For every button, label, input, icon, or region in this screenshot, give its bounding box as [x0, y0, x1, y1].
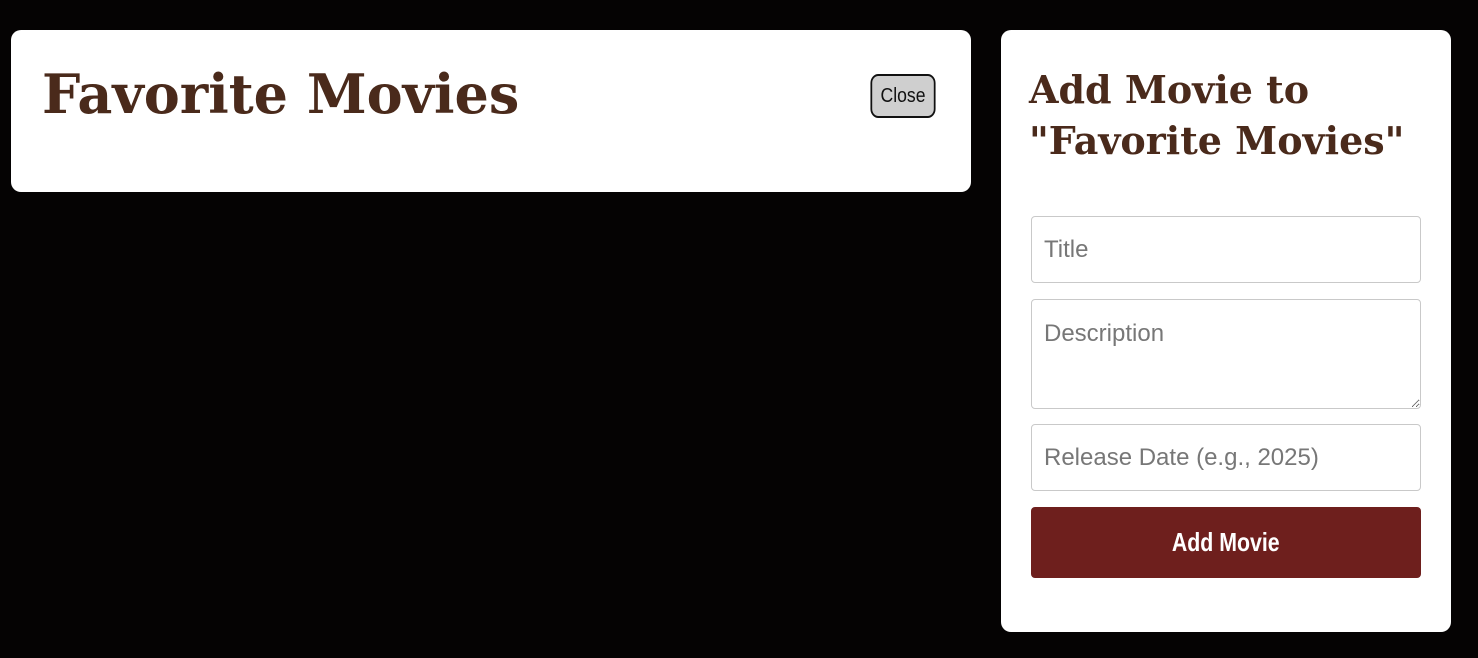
movie-list-panel: Favorite Movies Close: [11, 30, 971, 192]
add-movie-button-label: Add Movie: [1172, 527, 1280, 557]
form-title: Add Movie to "Favorite Movies": [1029, 67, 1405, 163]
close-button[interactable]: Close: [870, 74, 936, 118]
add-movie-button[interactable]: Add Movie: [1031, 507, 1421, 578]
add-movie-form-panel: Add Movie to "Favorite Movies" Add Movie: [1001, 30, 1451, 632]
title-input[interactable]: [1031, 216, 1421, 283]
list-title: Favorite Movies: [42, 62, 520, 126]
release-date-input[interactable]: [1031, 424, 1421, 491]
description-textarea[interactable]: [1031, 299, 1421, 409]
